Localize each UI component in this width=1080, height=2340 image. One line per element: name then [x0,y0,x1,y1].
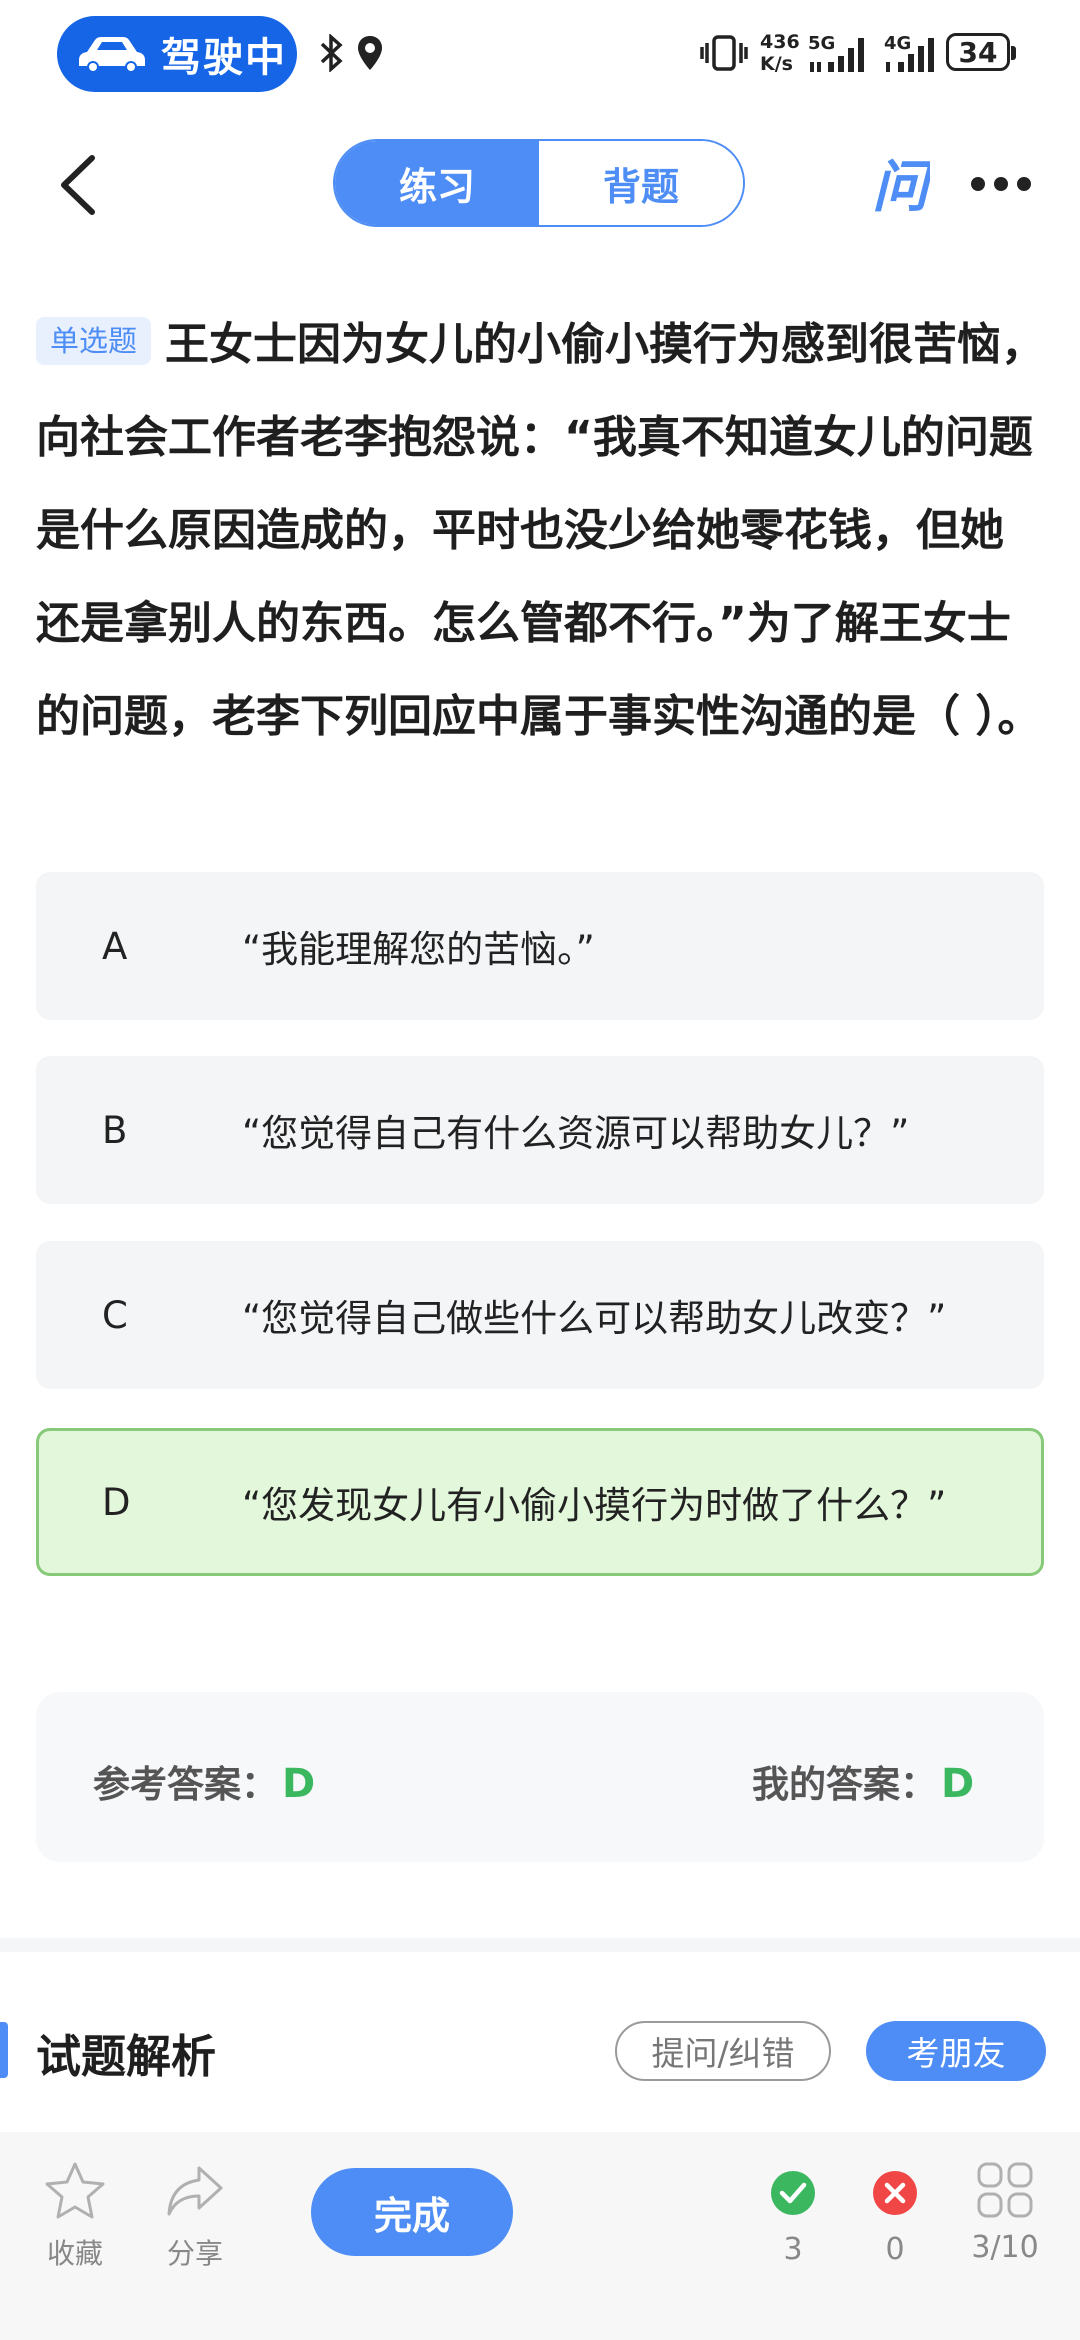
option-letter: C [102,1293,128,1337]
more-icon[interactable] [970,175,1032,193]
progress-value: 3/10 [971,2230,1039,2265]
option-d[interactable]: D “您发现女儿有小偷小摸行为时做了什么？” [36,1428,1044,1576]
share-icon [167,2166,223,2216]
signal-icon-2 [886,38,934,72]
section-divider [0,1938,1080,1952]
share-button[interactable]: 分享 [158,2160,232,2272]
favorite-label: 收藏 [46,2237,103,2270]
signal-icon-1 [810,38,864,72]
bluetooth-icon [320,34,343,72]
car-icon [79,37,145,73]
status-bar: 驾驶中 436 K/s 5G 4G 34 [0,0,1080,110]
reference-answer-value: D [282,1761,316,1807]
driving-label: 驾驶中 [161,35,287,81]
battery-indicator: 34 [946,33,1016,71]
question-grid-button[interactable]: 3/10 [965,2160,1045,2265]
mode-switch: 练习 背题 [333,139,745,227]
option-letter: D [102,1480,131,1524]
option-b[interactable]: B “您觉得自己有什么资源可以帮助女儿？” [36,1056,1044,1204]
svg-text:问: 问 [872,155,930,216]
ask-question-icon[interactable]: 问 [868,150,935,220]
section-accent-bar [0,2022,8,2078]
question-stem: 单选题 王女士因为女儿的小偷小摸行为感到很苦恼，向社会工作者老李抱怨说：“我真不知… [36,298,1046,763]
location-icon [358,36,382,70]
correct-check-icon [771,2171,815,2215]
ask-correct-button[interactable]: 提问/纠错 [615,2021,831,2081]
correct-count[interactable]: 3 [768,2170,818,2267]
reference-answer-label: 参考答案： [93,1763,278,1806]
star-icon [45,2162,105,2219]
back-arrow-icon[interactable] [50,150,110,220]
vibrate-icon [700,35,748,71]
correct-count-value: 3 [783,2232,803,2267]
favorite-button[interactable]: 收藏 [38,2160,112,2272]
grid-icon [977,2162,1033,2218]
option-a[interactable]: A “我能理解您的苦恼。” [36,872,1044,1020]
option-text: “您觉得自己做些什么可以帮助女儿改变？” [242,1297,947,1340]
tab-memorize[interactable]: 背题 [539,141,743,225]
option-text: “我能理解您的苦恼。” [242,928,595,971]
answer-summary: 参考答案： D 我的答案： D [36,1692,1044,1862]
my-answer-value: D [941,1761,975,1807]
quiz-friend-button[interactable]: 考朋友 [866,2021,1046,2081]
my-answer-label: 我的答案： [752,1763,937,1806]
my-answer: 我的答案： D [752,1754,974,1808]
tab-practice[interactable]: 练习 [335,141,539,225]
option-text: “您发现女儿有小偷小摸行为时做了什么？” [242,1484,947,1527]
driving-mode-pill[interactable]: 驾驶中 [57,16,297,92]
option-c[interactable]: C “您觉得自己做些什么可以帮助女儿改变？” [36,1241,1044,1389]
reference-answer: 参考答案： D [93,1754,315,1808]
question-type-badge: 单选题 [36,317,152,365]
bottom-toolbar: 收藏 分享 完成 3 0 3/10 [0,2132,1080,2340]
share-label: 分享 [166,2237,223,2270]
net-speed-value: 436 [760,31,800,53]
wrong-count[interactable]: 0 [870,2170,920,2267]
option-letter: A [102,924,128,968]
option-letter: B [102,1108,128,1152]
option-text: “您觉得自己有什么资源可以帮助女儿？” [242,1112,910,1155]
question-text: 王女士因为女儿的小偷小摸行为感到很苦恼，向社会工作者老李抱怨说：“我真不知道女儿… [36,319,1046,742]
done-button[interactable]: 完成 [311,2168,513,2256]
net-speed-unit: K/s [760,53,793,75]
wrong-count-value: 0 [885,2232,905,2267]
wrong-x-icon [873,2171,917,2215]
analysis-title: 试题解析 [36,2030,217,2083]
